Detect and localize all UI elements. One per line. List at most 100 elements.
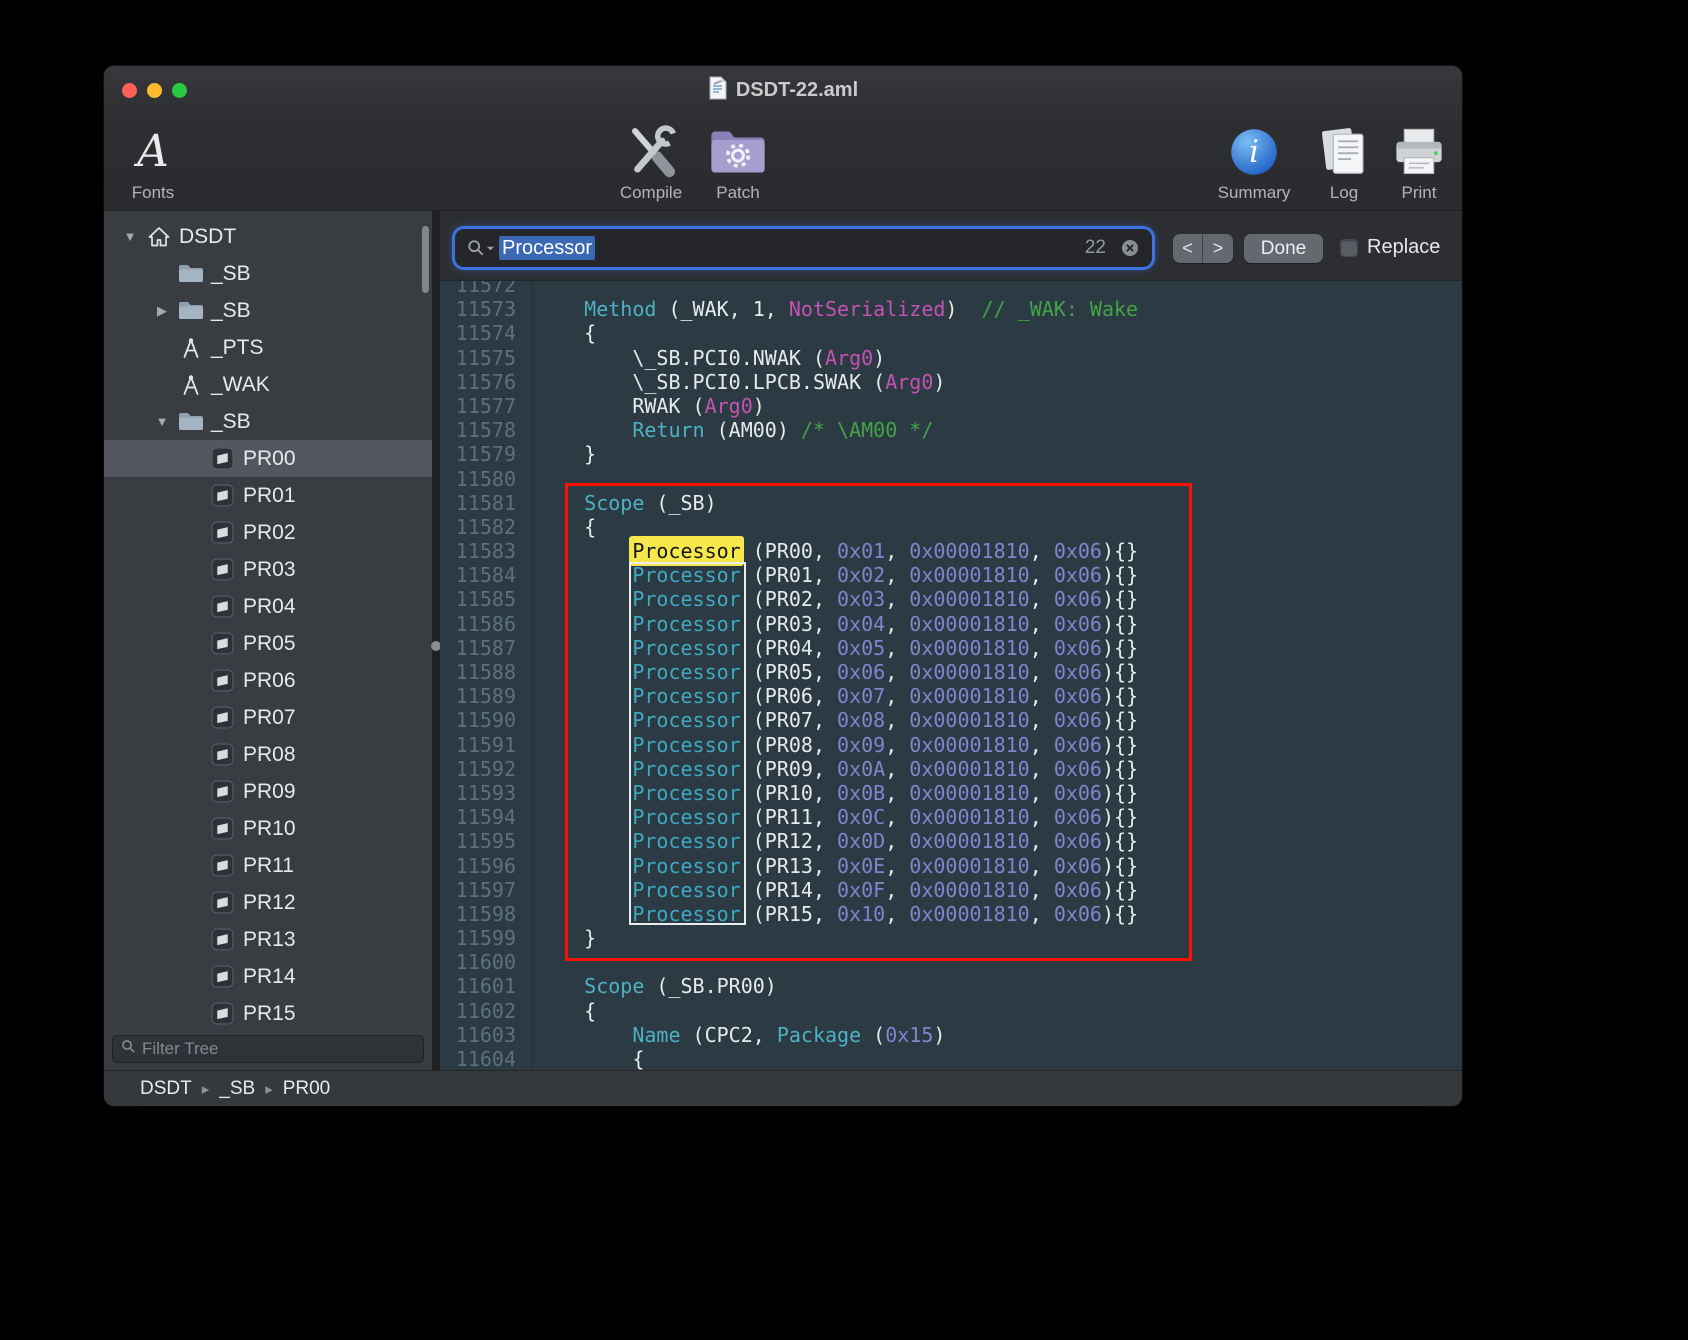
code-text[interactable]: Processor (PR07, 0x08, 0x00001810, 0x06)…: [524, 708, 1138, 732]
sidebar-item-sb[interactable]: ▶_SB: [104, 292, 432, 329]
code-text[interactable]: Processor (PR14, 0x0F, 0x00001810, 0x06)…: [524, 878, 1138, 902]
sidebar-item-label: PR14: [243, 965, 296, 989]
code-token: [536, 539, 632, 563]
find-next-button[interactable]: >: [1203, 234, 1233, 263]
sidebar-item-pr02[interactable]: PR02: [104, 514, 432, 551]
split-divider[interactable]: [432, 211, 440, 1070]
sidebar-item-pr07[interactable]: PR07: [104, 699, 432, 736]
code-text[interactable]: Processor (PR09, 0x0A, 0x00001810, 0x06)…: [524, 757, 1138, 781]
code-text[interactable]: Processor (PR10, 0x0B, 0x00001810, 0x06)…: [524, 781, 1138, 805]
sidebar-item-pts[interactable]: _PTS: [104, 329, 432, 366]
code-token: 0x06: [1054, 539, 1102, 563]
code-text[interactable]: RWAK (Arg0): [524, 394, 765, 418]
code-text[interactable]: Scope (_SB): [524, 491, 717, 515]
code-token: 0x03: [837, 587, 885, 611]
sidebar-item-wak[interactable]: _WAK: [104, 366, 432, 403]
code-text[interactable]: Processor (PR13, 0x0E, 0x00001810, 0x06)…: [524, 854, 1138, 878]
minimize-window-button[interactable]: [147, 83, 162, 98]
disclosure-triangle-icon[interactable]: ▶: [154, 303, 170, 319]
clear-search-button[interactable]: [1120, 238, 1140, 258]
sidebar-item-pr13[interactable]: PR13: [104, 921, 432, 958]
code-text[interactable]: }: [524, 926, 596, 950]
filter-tree-field[interactable]: [112, 1035, 424, 1063]
close-window-button[interactable]: [122, 83, 137, 98]
code-text[interactable]: Name (CPC2, Package (0x15): [524, 1023, 945, 1047]
code-text[interactable]: Method (_WAK, 1, NotSerialized) // _WAK:…: [524, 297, 1138, 321]
find-previous-button[interactable]: <: [1173, 234, 1203, 263]
sidebar-scrollbar-thumb[interactable]: [422, 226, 429, 293]
code-text[interactable]: Processor (PR02, 0x03, 0x00001810, 0x06)…: [524, 587, 1138, 611]
sidebar-item-pr09[interactable]: PR09: [104, 773, 432, 810]
breadcrumb-item[interactable]: PR00: [283, 1078, 331, 1100]
code-text[interactable]: [524, 950, 536, 974]
code-token: Processor: [632, 733, 740, 757]
sidebar-item-pr15[interactable]: PR15: [104, 995, 432, 1032]
code-token: [536, 854, 632, 878]
code-text[interactable]: }: [524, 442, 596, 466]
code-text[interactable]: {: [524, 321, 596, 345]
code-text[interactable]: Processor (PR04, 0x05, 0x00001810, 0x06)…: [524, 636, 1138, 660]
breadcrumb-item[interactable]: DSDT: [140, 1078, 192, 1100]
code-text[interactable]: Processor (PR03, 0x04, 0x00001810, 0x06)…: [524, 612, 1138, 636]
code-text[interactable]: \_SB.PCI0.NWAK (Arg0): [524, 346, 885, 370]
disclosure-triangle-icon[interactable]: ▼: [154, 414, 170, 429]
done-button[interactable]: Done: [1244, 234, 1323, 263]
search-icon[interactable]: [467, 239, 495, 257]
line-number: 11574: [440, 321, 524, 345]
sidebar-item-pr06[interactable]: PR06: [104, 662, 432, 699]
acpi-tree: ▼DSDT _SB ▶_SB_PTS_WAK▼_SBPR00PR01PR02PR03…: [104, 211, 432, 1032]
code-token: 0x01: [837, 539, 885, 563]
code-text[interactable]: Processor (PR05, 0x06, 0x00001810, 0x06)…: [524, 660, 1138, 684]
sidebar-item-label: PR08: [243, 743, 296, 767]
sidebar-item-pr01[interactable]: PR01: [104, 477, 432, 514]
sidebar-item-pr04[interactable]: PR04: [104, 588, 432, 625]
sidebar-item-pr12[interactable]: PR12: [104, 884, 432, 921]
summary-button[interactable]: i Summary: [1208, 119, 1300, 207]
code-text[interactable]: Processor (PR11, 0x0C, 0x00001810, 0x06)…: [524, 805, 1138, 829]
code-text[interactable]: Processor (PR01, 0x02, 0x00001810, 0x06)…: [524, 563, 1138, 587]
replace-checkbox[interactable]: [1340, 239, 1358, 257]
find-query[interactable]: Processor: [499, 237, 595, 260]
find-search-field[interactable]: Processor 22: [455, 229, 1152, 267]
code-text[interactable]: {: [524, 999, 596, 1023]
breadcrumb-item[interactable]: _SB: [219, 1078, 255, 1100]
code-text[interactable]: Processor (PR06, 0x07, 0x00001810, 0x06)…: [524, 684, 1138, 708]
code-text[interactable]: Processor (PR00, 0x01, 0x00001810, 0x06)…: [524, 539, 1138, 563]
code-text[interactable]: [524, 281, 536, 297]
code-token: Scope: [584, 491, 644, 515]
sidebar-item-pr03[interactable]: PR03: [104, 551, 432, 588]
sidebar-item-dsdt[interactable]: ▼DSDT: [104, 218, 432, 255]
code-token: 0x07: [837, 684, 885, 708]
patch-button[interactable]: Patch: [702, 119, 774, 207]
code-text[interactable]: \_SB.PCI0.LPCB.SWAK (Arg0): [524, 370, 945, 394]
sidebar-item-sb[interactable]: _SB: [104, 255, 432, 292]
code-text[interactable]: {: [524, 1047, 644, 1070]
filter-tree-input[interactable]: [142, 1039, 415, 1059]
sidebar-item-sb[interactable]: ▼_SB: [104, 403, 432, 440]
code-token: 0x00001810: [909, 781, 1029, 805]
code-text[interactable]: Return (AM00) /* \AM00 */: [524, 418, 933, 442]
code-text[interactable]: Processor (PR12, 0x0D, 0x00001810, 0x06)…: [524, 829, 1138, 853]
disclosure-triangle-icon[interactable]: ▼: [122, 229, 138, 244]
code-text[interactable]: {: [524, 515, 596, 539]
sidebar-item-pr05[interactable]: PR05: [104, 625, 432, 662]
code-text[interactable]: Scope (_SB.PR00): [524, 974, 777, 998]
code-token: 0x06: [1054, 902, 1102, 926]
code-text[interactable]: [524, 467, 536, 491]
sidebar-item-label: _SB: [211, 262, 251, 286]
log-button[interactable]: Log: [1312, 119, 1376, 207]
code-text[interactable]: Processor (PR08, 0x09, 0x00001810, 0x06)…: [524, 733, 1138, 757]
code-editor[interactable]: 1157211573 Method (_WAK, 1, NotSerialize…: [440, 281, 1462, 1070]
sidebar-item-pr14[interactable]: PR14: [104, 958, 432, 995]
zoom-window-button[interactable]: [172, 83, 187, 98]
document-icon: [708, 76, 728, 105]
sidebar-item-pr08[interactable]: PR08: [104, 736, 432, 773]
window-titlebar[interactable]: DSDT-22.aml: [104, 66, 1462, 115]
sidebar-item-pr00[interactable]: PR00: [104, 440, 432, 477]
compile-button[interactable]: Compile: [604, 119, 698, 207]
fonts-button[interactable]: A Fonts: [120, 119, 186, 207]
sidebar-item-pr10[interactable]: PR10: [104, 810, 432, 847]
sidebar-item-pr11[interactable]: PR11: [104, 847, 432, 884]
code-text[interactable]: Processor (PR15, 0x10, 0x00001810, 0x06)…: [524, 902, 1138, 926]
print-button[interactable]: Print: [1387, 119, 1451, 207]
